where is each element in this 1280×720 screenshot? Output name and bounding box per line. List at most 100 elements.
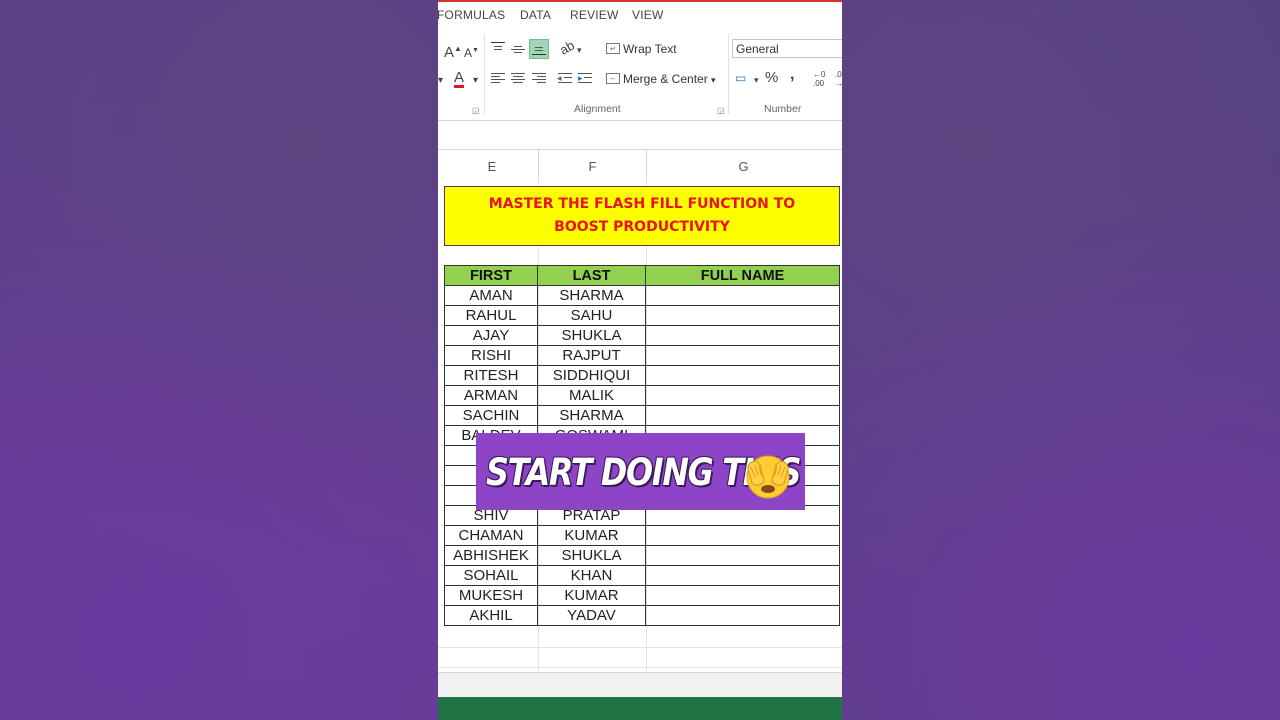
ribbon-tabs: FORMULAS DATA REVIEW VIEW xyxy=(438,2,842,28)
status-bar xyxy=(438,697,842,720)
title-text: MASTER THE FLASH FILL FUNCTION TO BOOST P… xyxy=(488,196,796,235)
cell-first[interactable]: ARMAN xyxy=(444,385,538,406)
cell-first[interactable]: MUKESH xyxy=(444,585,538,606)
cell-last[interactable]: KHAN xyxy=(537,565,646,586)
font-color-dropdown-icon[interactable]: ▾ xyxy=(473,74,478,88)
number-group-label: Number xyxy=(764,103,802,115)
dropdown-arrow-icon[interactable]: ▾ xyxy=(438,74,443,88)
shrink-font-button[interactable]: A▼ xyxy=(464,44,479,60)
cell-last[interactable]: SHUKLA xyxy=(537,545,646,566)
cell-full-name[interactable] xyxy=(645,405,840,426)
table-row: ARMAN MALIK xyxy=(444,385,840,406)
cell-full-name[interactable] xyxy=(645,325,840,346)
table-row: AMAN SHARMA xyxy=(444,285,840,306)
column-header-g[interactable]: G xyxy=(647,150,840,178)
align-left-icon[interactable] xyxy=(491,73,505,85)
table-row: MUKESH KUMAR xyxy=(444,585,840,606)
cell-last[interactable]: KUMAR xyxy=(537,525,646,546)
cell-full-name[interactable] xyxy=(645,285,840,306)
worksheet-grid[interactable]: MASTER THE FLASH FILL FUNCTION TO BOOST P… xyxy=(438,178,842,672)
background-left xyxy=(0,0,438,720)
ribbon-separator xyxy=(484,34,485,114)
cell-last[interactable]: SHARMA xyxy=(537,285,646,306)
cell-last[interactable]: SIDDHIQUI xyxy=(537,365,646,386)
table-row: RITESH SIDDHIQUI xyxy=(444,365,840,386)
cell-full-name[interactable] xyxy=(645,345,840,366)
table-header-row: FIRST LAST FULL NAME xyxy=(444,265,840,286)
align-center-icon[interactable] xyxy=(511,73,525,85)
table-row: SOHAIL KHAN xyxy=(444,565,840,586)
cell-last[interactable]: SHUKLA xyxy=(537,325,646,346)
cell-last[interactable]: SAHU xyxy=(537,305,646,326)
cell-first[interactable]: ABHISHEK xyxy=(444,545,538,566)
increase-indent-icon[interactable]: ▸ xyxy=(578,73,592,85)
cell-full-name[interactable] xyxy=(645,605,840,626)
cell-full-name[interactable] xyxy=(645,365,840,386)
cell-first[interactable]: RITESH xyxy=(444,365,538,386)
font-color-button[interactable]: A xyxy=(454,70,465,88)
table-row: RISHI RAJPUT xyxy=(444,345,840,366)
cell-first[interactable]: RAHUL xyxy=(444,305,538,326)
column-header-f[interactable]: F xyxy=(539,150,646,178)
orientation-icon[interactable]: ab xyxy=(557,37,577,57)
cell-last[interactable]: YADAV xyxy=(537,605,646,626)
number-format-select[interactable]: General xyxy=(732,39,842,58)
table-row: AKHIL YADAV xyxy=(444,605,840,626)
grow-font-button[interactable]: A▲ xyxy=(444,42,462,60)
cell-full-name[interactable] xyxy=(645,565,840,586)
orientation-dropdown-icon[interactable]: ▾ xyxy=(577,43,582,57)
cell-full-name[interactable] xyxy=(645,305,840,326)
cell-full-name[interactable] xyxy=(645,585,840,606)
column-header-e[interactable]: E xyxy=(446,150,538,178)
cell-first[interactable]: RISHI xyxy=(444,345,538,366)
cell-last[interactable]: KUMAR xyxy=(537,585,646,606)
cell-first[interactable]: AMAN xyxy=(444,285,538,306)
cell-full-name[interactable] xyxy=(645,545,840,566)
alignment-dialog-launcher-icon[interactable]: ◲ xyxy=(717,106,725,115)
column-headers: E F G xyxy=(438,150,842,179)
cell-first[interactable]: SOHAIL xyxy=(444,565,538,586)
tab-formulas[interactable]: FORMULAS xyxy=(438,8,505,22)
face-with-hand-over-eye-icon xyxy=(746,455,790,499)
accounting-dropdown-icon[interactable]: ▾ xyxy=(754,73,759,87)
merge-center-button[interactable]: ↔ Merge & Center ▾ xyxy=(606,72,716,86)
accounting-format-icon[interactable]: ▭ xyxy=(735,71,746,85)
header-first[interactable]: FIRST xyxy=(444,265,538,286)
gridline xyxy=(438,667,842,668)
wrap-text-icon: ↵ xyxy=(606,43,620,54)
font-dialog-launcher-icon[interactable]: ◲ xyxy=(472,106,480,115)
cell-last[interactable]: RAJPUT xyxy=(537,345,646,366)
tab-review[interactable]: REVIEW xyxy=(570,8,619,22)
decrease-decimal-icon[interactable]: .0 → xyxy=(835,70,842,88)
tab-view[interactable]: VIEW xyxy=(632,8,663,22)
cell-first[interactable]: AKHIL xyxy=(444,605,538,626)
tab-data[interactable]: DATA xyxy=(520,8,551,22)
percent-style-button[interactable]: % xyxy=(765,70,778,85)
cell-last[interactable]: SHARMA xyxy=(537,405,646,426)
cell-full-name[interactable] xyxy=(645,385,840,406)
table-row: RAHUL SAHU xyxy=(444,305,840,326)
middle-align-icon[interactable] xyxy=(511,44,525,56)
formula-bar[interactable] xyxy=(438,121,842,150)
cell-last[interactable]: MALIK xyxy=(537,385,646,406)
cell-first[interactable]: CHAMAN xyxy=(444,525,538,546)
ribbon: A▲ A▼ ▾ A ▾ ◲ ab ▾ ◂ ▸ ↵ Wrap Text ↔ Mer… xyxy=(438,28,842,121)
decrease-indent-icon[interactable]: ◂ xyxy=(557,73,572,85)
bottom-align-icon xyxy=(532,44,546,56)
cell-first[interactable]: SACHIN xyxy=(444,405,538,426)
background-right xyxy=(842,0,1280,720)
cell-full-name[interactable] xyxy=(645,525,840,546)
ribbon-separator xyxy=(728,34,729,114)
align-right-icon[interactable] xyxy=(532,73,546,85)
header-full-name[interactable]: FULL NAME xyxy=(645,265,840,286)
comma-style-button[interactable]: , xyxy=(790,67,794,83)
header-last[interactable]: LAST xyxy=(537,265,646,286)
top-align-icon[interactable] xyxy=(491,42,505,54)
overlay-banner: START DOING THIS xyxy=(476,433,805,510)
wrap-text-button[interactable]: ↵ Wrap Text xyxy=(606,42,677,56)
increase-decimal-icon[interactable]: ←0.00 xyxy=(813,70,825,88)
excel-screen: FORMULAS DATA REVIEW VIEW A▲ A▼ ▾ A ▾ ◲ … xyxy=(438,0,842,720)
bottom-align-button[interactable] xyxy=(529,39,549,59)
title-cell[interactable]: MASTER THE FLASH FILL FUNCTION TO BOOST P… xyxy=(444,186,840,246)
cell-first[interactable]: AJAY xyxy=(444,325,538,346)
